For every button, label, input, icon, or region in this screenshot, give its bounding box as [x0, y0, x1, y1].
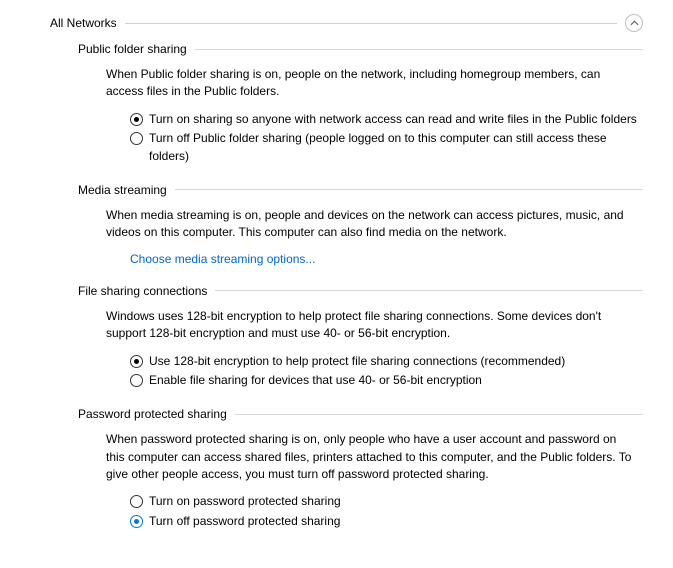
radio-icon	[130, 132, 143, 145]
section-media-streaming: Media streaming When media streaming is …	[78, 183, 643, 266]
section-description: When media streaming is on, people and d…	[106, 207, 636, 242]
radio-encryption-40-56[interactable]: Enable file sharing for devices that use…	[130, 372, 643, 389]
radio-public-folder-on[interactable]: Turn on sharing so anyone with network a…	[130, 111, 643, 128]
section-title: Public folder sharing	[78, 42, 187, 56]
divider	[175, 189, 643, 190]
radio-label: Turn off password protected sharing	[149, 513, 340, 530]
radio-public-folder-off[interactable]: Turn off Public folder sharing (people l…	[130, 130, 643, 165]
radio-password-on[interactable]: Turn on password protected sharing	[130, 493, 643, 510]
section-header: Public folder sharing	[78, 42, 643, 56]
radio-icon	[130, 355, 143, 368]
radio-group-file-sharing: Use 128-bit encryption to help protect f…	[130, 353, 643, 390]
collapse-button[interactable]	[625, 14, 643, 32]
section-header: Media streaming	[78, 183, 643, 197]
radio-label: Use 128-bit encryption to help protect f…	[149, 353, 565, 370]
section-title: File sharing connections	[78, 284, 207, 298]
group-header-all-networks[interactable]: All Networks	[50, 14, 643, 32]
radio-label: Turn off Public folder sharing (people l…	[149, 130, 639, 165]
section-title: Media streaming	[78, 183, 167, 197]
divider	[195, 49, 643, 50]
divider	[235, 414, 643, 415]
group-title: All Networks	[50, 16, 117, 30]
section-password-protected-sharing: Password protected sharing When password…	[78, 407, 643, 530]
radio-label: Enable file sharing for devices that use…	[149, 372, 482, 389]
radio-group-public-folder: Turn on sharing so anyone with network a…	[130, 111, 643, 165]
radio-icon	[130, 515, 143, 528]
radio-icon	[130, 113, 143, 126]
radio-label: Turn on sharing so anyone with network a…	[149, 111, 637, 128]
section-description: Windows uses 128-bit encryption to help …	[106, 308, 636, 343]
divider	[215, 290, 643, 291]
radio-encryption-128[interactable]: Use 128-bit encryption to help protect f…	[130, 353, 643, 370]
section-description: When password protected sharing is on, o…	[106, 431, 636, 483]
link-media-streaming-options[interactable]: Choose media streaming options...	[130, 252, 643, 266]
radio-group-password: Turn on password protected sharing Turn …	[130, 493, 643, 530]
section-header: Password protected sharing	[78, 407, 643, 421]
section-public-folder-sharing: Public folder sharing When Public folder…	[78, 42, 643, 165]
section-description: When Public folder sharing is on, people…	[106, 66, 636, 101]
radio-label: Turn on password protected sharing	[149, 493, 341, 510]
radio-password-off[interactable]: Turn off password protected sharing	[130, 513, 643, 530]
radio-icon	[130, 374, 143, 387]
divider	[125, 23, 617, 24]
section-file-sharing-connections: File sharing connections Windows uses 12…	[78, 284, 643, 390]
section-header: File sharing connections	[78, 284, 643, 298]
section-title: Password protected sharing	[78, 407, 227, 421]
chevron-up-icon	[630, 20, 639, 26]
radio-icon	[130, 495, 143, 508]
